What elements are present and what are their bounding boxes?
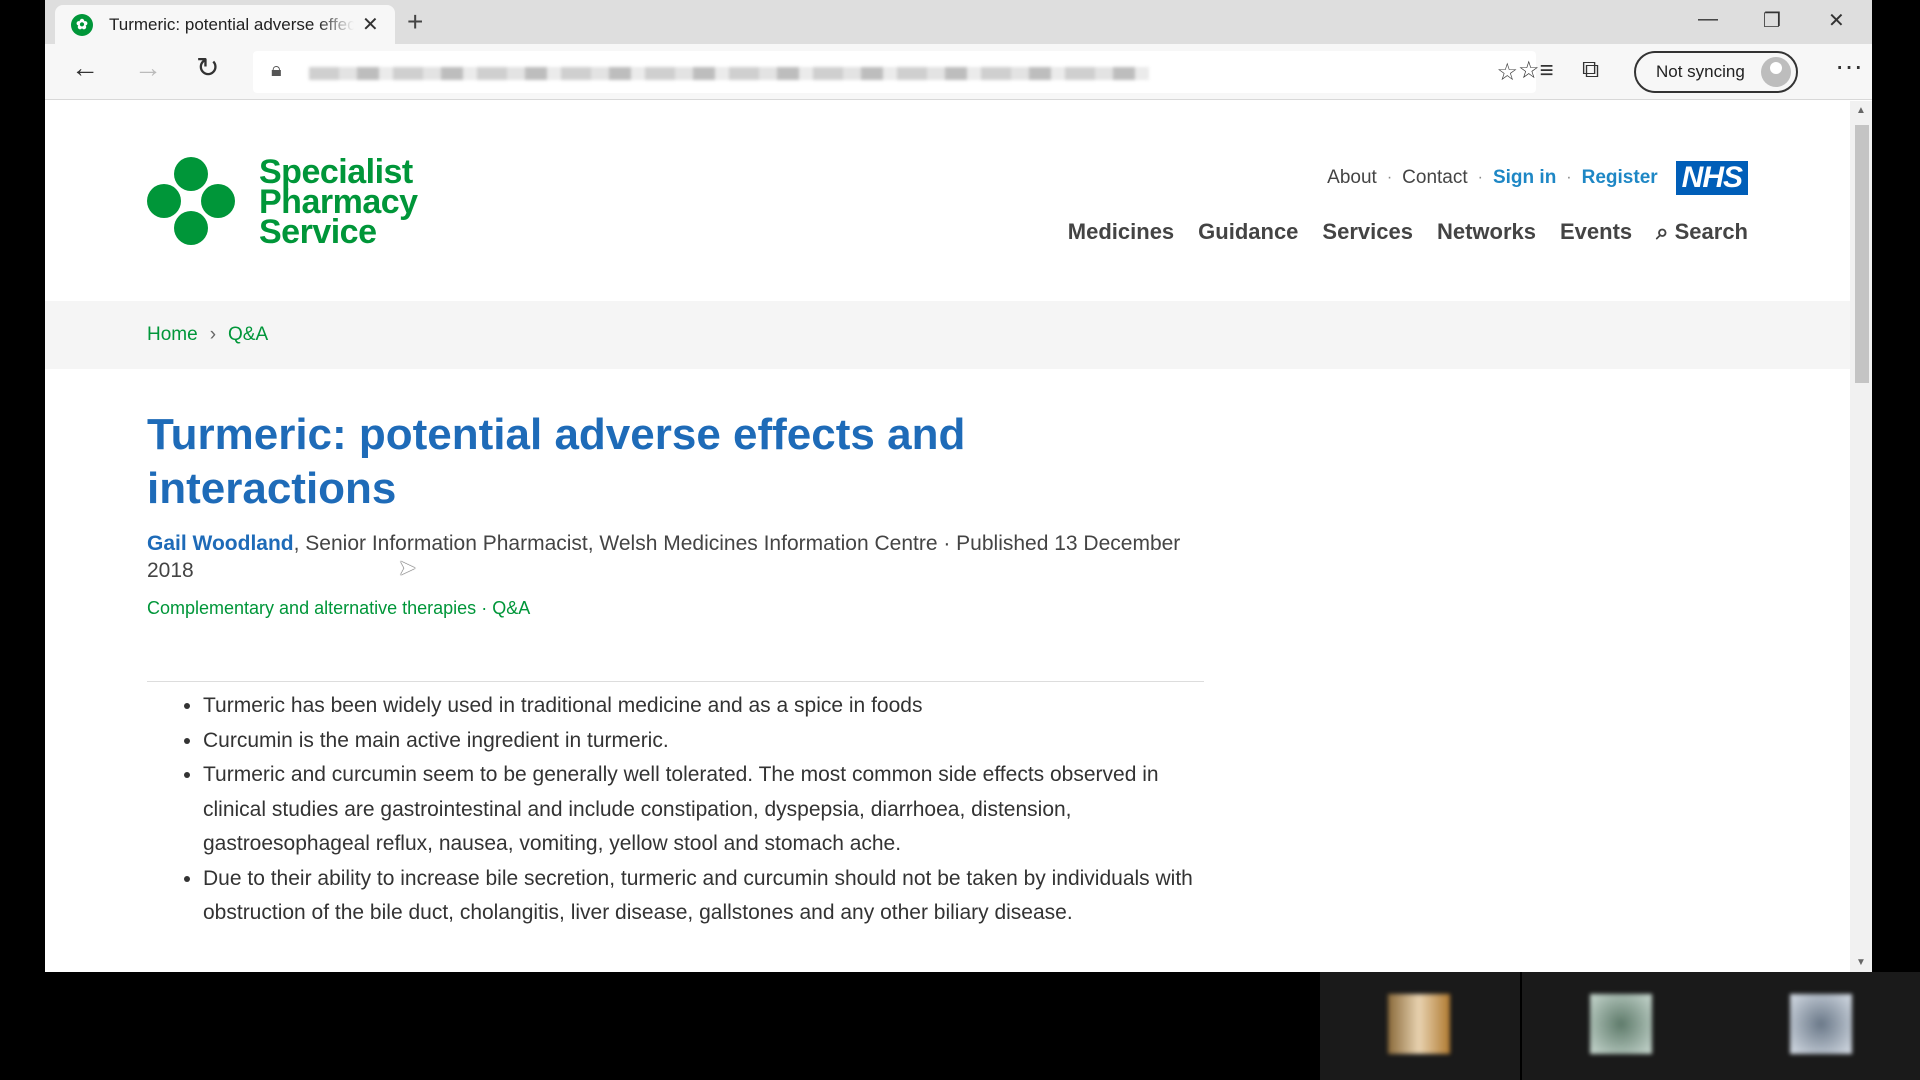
browser-window: ✿ Turmeric: potential adverse effects an… (45, 0, 1872, 972)
refresh-icon[interactable]: ↻ (196, 54, 219, 82)
sign-in-link[interactable]: Sign in (1493, 167, 1556, 189)
clover-logo-icon (147, 157, 235, 245)
tab-close-icon[interactable]: ✕ (362, 12, 379, 37)
utility-nav: About · Contact · Sign in · Register NHS (1250, 161, 1850, 195)
sps-logo[interactable]: Specialist Pharmacy Service (147, 155, 418, 249)
back-arrow-icon[interactable]: ← (71, 54, 99, 82)
logo-text: Specialist Pharmacy Service (259, 153, 418, 251)
scroll-up-icon[interactable]: ▲ (1856, 105, 1866, 116)
list-item: Turmeric and curcumin seem to be general… (203, 758, 1203, 862)
chevron-right-icon: › (209, 324, 217, 345)
breadcrumb: Home › Q&A (147, 324, 268, 346)
collections-icon[interactable]: ⧉ (1582, 56, 1599, 84)
nav-guidance[interactable]: Guidance (1198, 219, 1298, 245)
summary-list: Turmeric has been widely used in traditi… (203, 689, 1203, 931)
mouse-cursor-icon: ➤ (398, 555, 417, 580)
active-tab[interactable]: ✿ Turmeric: potential adverse effects an… (55, 5, 395, 44)
nav-search[interactable]: ⌕ Search (1656, 219, 1748, 245)
nav-medicines[interactable]: Medicines (1068, 219, 1174, 245)
sps-favicon-icon: ✿ (71, 13, 93, 36)
lock-icon[interactable]: 🔒︎ (271, 59, 282, 82)
main-nav: Medicines Guidance Services Networks Eve… (1068, 219, 1748, 245)
breadcrumb-qa[interactable]: Q&A (228, 324, 268, 346)
breadcrumb-bar: Home › Q&A (45, 301, 1850, 369)
blurred-video-icon (1388, 994, 1450, 1054)
minimize-icon[interactable]: — (1698, 8, 1718, 31)
blurred-url (309, 67, 1149, 80)
about-link[interactable]: About (1327, 167, 1377, 189)
restore-icon[interactable]: ❐ (1763, 8, 1781, 33)
tag-qa[interactable]: Q&A (492, 598, 530, 618)
tag-complementary[interactable]: Complementary and alternative therapies (147, 598, 476, 618)
participant-thumbnail[interactable] (1722, 972, 1920, 1080)
breadcrumb-home[interactable]: Home (147, 324, 198, 346)
address-bar[interactable]: 🔒︎ ☆ (253, 51, 1536, 93)
nav-events[interactable]: Events (1560, 219, 1632, 245)
forward-arrow-icon[interactable]: → (134, 54, 162, 82)
author-link[interactable]: Gail Woodland (147, 532, 294, 555)
tags: Complementary and alternative therapies … (147, 598, 531, 618)
new-tab-button[interactable]: + (407, 6, 423, 38)
favorites-list-icon[interactable]: ☆≡ (1518, 56, 1554, 85)
contact-link[interactable]: Contact (1402, 167, 1467, 189)
register-link[interactable]: Register (1582, 167, 1658, 189)
list-item: Curcumin is the main active ingredient i… (203, 724, 1203, 759)
blurred-video-icon (1790, 994, 1852, 1054)
search-icon: ⌕ (1656, 219, 1669, 244)
sync-label: Not syncing (1656, 62, 1745, 81)
participant-thumbnail[interactable] (1522, 972, 1722, 1080)
nhs-logo[interactable]: NHS (1675, 161, 1748, 195)
list-item: Turmeric has been widely used in traditi… (203, 689, 1203, 724)
nav-networks[interactable]: Networks (1437, 219, 1536, 245)
scroll-thumb[interactable] (1855, 125, 1869, 383)
nav-services[interactable]: Services (1322, 219, 1413, 245)
page-scrollbar[interactable]: ▲ ▼ (1850, 101, 1872, 972)
byline-details: , Senior Information Pharmacist, Welsh M… (147, 532, 1181, 582)
more-menu-icon[interactable]: ··· (1835, 50, 1863, 82)
list-item: Due to their ability to increase bile se… (203, 862, 1203, 931)
web-page: Specialist Pharmacy Service About · Cont… (45, 101, 1850, 972)
scroll-down-icon[interactable]: ▼ (1856, 957, 1866, 968)
avatar-icon (1761, 57, 1791, 87)
participant-thumbnail[interactable] (1320, 972, 1520, 1080)
tab-bar: ✿ Turmeric: potential adverse effects an… (45, 0, 1872, 44)
close-window-icon[interactable]: ✕ (1828, 8, 1845, 33)
divider (147, 681, 1204, 682)
byline: Gail Woodland, Senior Information Pharma… (147, 530, 1197, 584)
tab-title: Turmeric: potential adverse effects and … (109, 14, 354, 34)
favorite-star-icon[interactable]: ☆ (1496, 58, 1518, 87)
blurred-video-icon (1590, 994, 1652, 1054)
page-title: Turmeric: potential adverse effects and … (147, 410, 966, 513)
browser-toolbar: ← → ↻ 🔒︎ ☆ ☆≡ ⧉ Not syncing ··· (45, 44, 1872, 100)
profile-sync-button[interactable]: Not syncing (1634, 51, 1798, 93)
video-strip (0, 972, 1920, 1080)
